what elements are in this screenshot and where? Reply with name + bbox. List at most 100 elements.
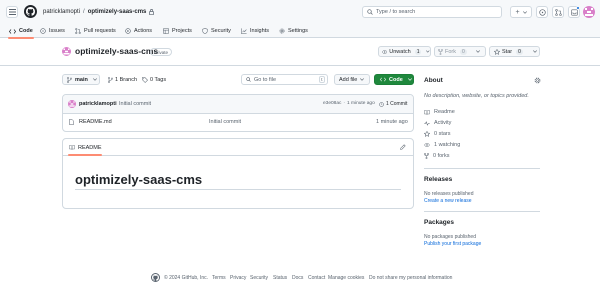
- tab-insights[interactable]: Insights: [241, 24, 269, 38]
- publish-package-link[interactable]: Publish your first package: [424, 241, 481, 247]
- visibility-badge: Private: [150, 48, 173, 56]
- tags-link[interactable]: 0 Tags: [142, 74, 166, 85]
- global-search-input[interactable]: Type / to search: [362, 6, 502, 18]
- owner-link[interactable]: patricklamopti: [43, 9, 80, 15]
- file-list: patricklamopti Initial commit e3e08ac · …: [62, 94, 414, 132]
- unwatch-button[interactable]: Unwatch 1: [378, 46, 431, 57]
- footer-link-privacy[interactable]: Privacy: [230, 275, 246, 281]
- readme-panel: README optimizely-saas-cms: [62, 138, 414, 209]
- lock-icon: [149, 9, 155, 15]
- git-branch-icon: [108, 76, 113, 83]
- footer-link-do-not-share[interactable]: Do not share my personal information: [369, 275, 452, 281]
- owner-avatar: [62, 47, 71, 56]
- sidebar-divider: [424, 168, 540, 169]
- file-commit-message[interactable]: Initial commit: [209, 119, 241, 125]
- commits-count: 1 Commit: [386, 101, 408, 107]
- about-watching[interactable]: 1 watching: [424, 142, 460, 148]
- file-time: 1 minute ago: [376, 119, 408, 125]
- tab-code[interactable]: Code: [8, 24, 34, 39]
- fork-button[interactable]: Fork 0: [434, 46, 486, 57]
- about-readme[interactable]: Readme: [424, 109, 455, 115]
- about-title: About: [424, 77, 443, 84]
- star-icon: [494, 48, 500, 55]
- repo-forked-icon: [424, 153, 429, 159]
- create-new-button[interactable]: +: [510, 6, 532, 18]
- tab-issues[interactable]: Issues: [40, 24, 65, 38]
- pull-requests-header-button[interactable]: [552, 6, 564, 18]
- commits-link[interactable]: 1 Commit: [379, 101, 407, 107]
- create-release-link[interactable]: Create a new release: [424, 198, 472, 204]
- github-footer-logo-icon[interactable]: [151, 273, 160, 282]
- about-item-label: 0 forks: [433, 153, 450, 159]
- issues-header-button[interactable]: [536, 6, 548, 18]
- branch-select[interactable]: main: [62, 74, 100, 85]
- search-icon: [246, 77, 251, 82]
- footer-link-status[interactable]: Status: [273, 275, 287, 281]
- tab-pull-requests[interactable]: Pull requests: [75, 24, 116, 38]
- notifications-button[interactable]: [568, 6, 580, 18]
- eye-icon: [424, 143, 430, 147]
- sidebar-divider: [424, 211, 540, 212]
- branches-link[interactable]: 1 Branch: [108, 74, 137, 85]
- gear-icon[interactable]: [534, 77, 541, 84]
- file-name[interactable]: README.md: [79, 119, 112, 125]
- add-file-button[interactable]: Add file: [334, 74, 370, 85]
- github-logo-icon[interactable]: [24, 5, 37, 18]
- readme-tab-underline: [68, 154, 102, 156]
- readme-header: README: [63, 139, 413, 156]
- tab-label: Code: [19, 28, 33, 34]
- branch-name: main: [75, 76, 88, 83]
- packages-title[interactable]: Packages: [424, 219, 454, 226]
- commit-message[interactable]: Initial commit: [119, 101, 151, 107]
- breadcrumb-separator: /: [83, 9, 85, 15]
- hamburger-icon: [8, 9, 16, 15]
- repo-nav: Code Issues Pull requests Actions Projec…: [0, 24, 600, 39]
- chevron-down-icon: [92, 78, 97, 81]
- repo-link[interactable]: optimizely-saas-cms: [88, 9, 147, 15]
- tab-projects[interactable]: Projects: [163, 24, 192, 38]
- about-item-label: Activity: [434, 120, 452, 126]
- tab-label: Settings: [288, 28, 308, 34]
- issue-opened-icon: [538, 8, 546, 16]
- about-stars[interactable]: 0 stars: [424, 131, 451, 137]
- footer-copyright: © 2024 GitHub, Inc.: [164, 275, 208, 281]
- chevron-down-icon: [407, 78, 412, 81]
- git-pull-request-icon: [554, 8, 562, 16]
- about-item-label: 1 watching: [434, 142, 461, 148]
- tab-label: Actions: [134, 28, 153, 34]
- about-item-label: Readme: [434, 109, 455, 115]
- tag-icon: [142, 76, 148, 83]
- menu-button[interactable]: [6, 6, 18, 18]
- readme-tab-label: README: [78, 144, 102, 151]
- commit-hash[interactable]: e3e08ac: [323, 101, 341, 106]
- branches-count: 1 Branch: [115, 76, 138, 83]
- star-button[interactable]: Star 0: [489, 46, 540, 57]
- book-icon: [69, 145, 75, 150]
- about-forks[interactable]: 0 forks: [424, 153, 450, 159]
- tab-actions[interactable]: Actions: [125, 24, 152, 38]
- chevron-down-icon: [475, 50, 480, 53]
- git-pull-request-icon: [75, 28, 81, 34]
- go-to-file-input[interactable]: Go to file t: [241, 74, 328, 85]
- tab-security[interactable]: Security: [202, 24, 231, 38]
- packages-none: No packages published: [424, 234, 476, 240]
- footer-link-manage-cookies[interactable]: Manage cookies: [328, 275, 364, 281]
- pencil-icon[interactable]: [400, 144, 406, 150]
- repo-title[interactable]: optimizely-saas-cms: [75, 46, 158, 56]
- footer-link-security[interactable]: Security: [250, 275, 268, 281]
- code-button[interactable]: Code: [374, 74, 414, 85]
- footer-link-terms[interactable]: Terms: [212, 275, 226, 281]
- user-avatar[interactable]: [583, 6, 595, 18]
- footer: © 2024 GitHub, Inc. Terms Privacy Securi…: [0, 272, 600, 284]
- footer-link-contact[interactable]: Contact: [308, 275, 325, 281]
- about-description: No description, website, or topics provi…: [424, 93, 529, 99]
- footer-link-docs[interactable]: Docs: [292, 275, 303, 281]
- commit-author[interactable]: patricklamopti: [79, 101, 117, 107]
- table-row[interactable]: README.md Initial commit 1 minute ago: [63, 114, 413, 131]
- tab-settings[interactable]: Settings: [279, 24, 308, 38]
- chevron-down-icon: [522, 10, 527, 14]
- readme-tab[interactable]: README: [69, 143, 102, 152]
- about-activity[interactable]: Activity: [424, 120, 451, 126]
- releases-title[interactable]: Releases: [424, 176, 452, 183]
- commit-dot: ·: [343, 101, 346, 106]
